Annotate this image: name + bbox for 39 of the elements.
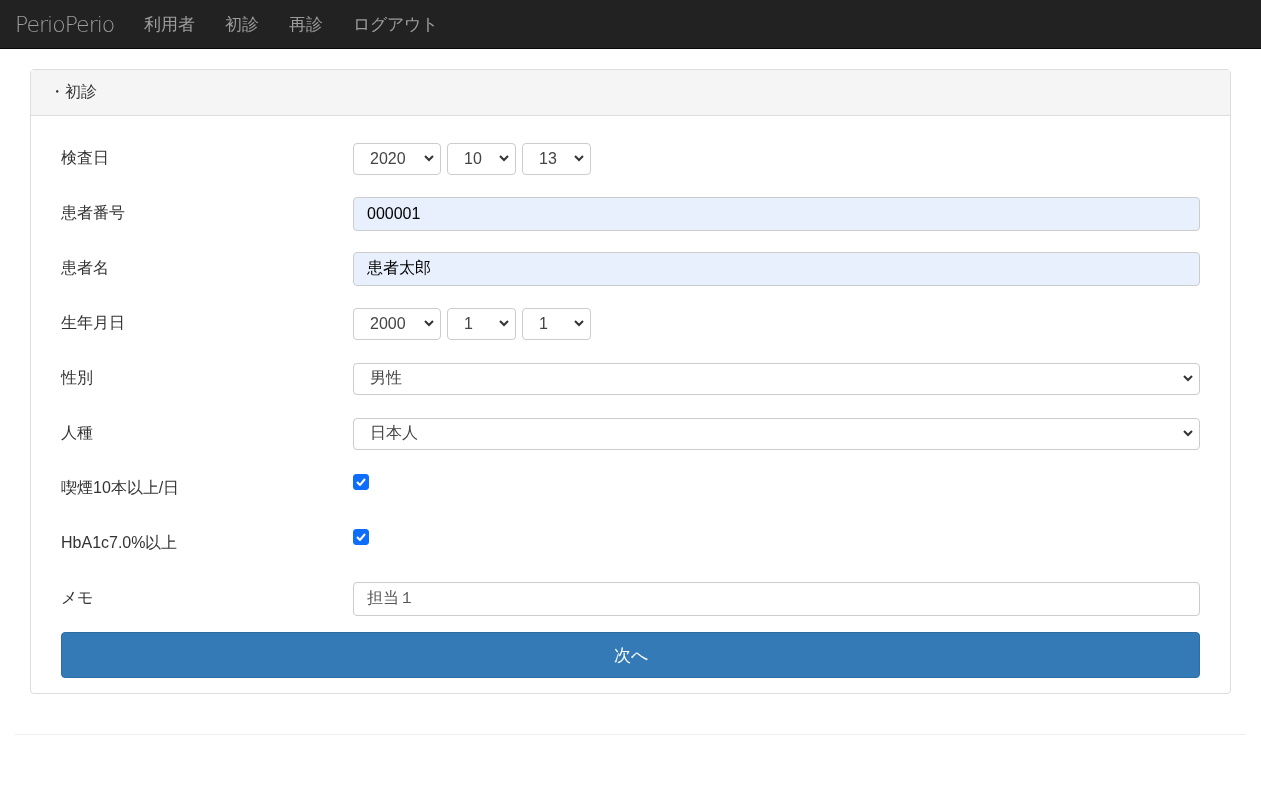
field-label: 患者番号: [61, 203, 126, 223]
date-select[interactable]: 10: [447, 142, 516, 175]
checkmark-icon: [356, 532, 366, 541]
select-field[interactable]: 男性: [353, 362, 1200, 395]
nav-link[interactable]: 再診: [289, 12, 324, 36]
date-select[interactable]: 13: [522, 142, 591, 175]
date-select[interactable]: 1: [447, 307, 516, 340]
text-field[interactable]: 000001: [353, 196, 1200, 231]
nav-link[interactable]: 初診: [225, 12, 260, 36]
caret-icon: [499, 155, 509, 162]
date-select[interactable]: 2020: [353, 142, 441, 175]
caret-icon: [574, 320, 584, 327]
date-select[interactable]: 2000: [353, 307, 441, 340]
field-label: 性別: [61, 368, 94, 388]
checkbox[interactable]: [353, 473, 369, 490]
field-label: 検査日: [61, 148, 110, 168]
caret-icon: [499, 320, 509, 327]
field-label: 喫煙10本以上/日: [61, 478, 181, 498]
text-field[interactable]: 担当１: [353, 581, 1200, 616]
caret-icon: [574, 155, 584, 162]
select-field[interactable]: 日本人: [353, 417, 1200, 450]
date-select[interactable]: 1: [522, 307, 591, 340]
field-label: 患者名: [61, 258, 110, 278]
caret-icon: [424, 155, 434, 162]
caret-icon: [1183, 375, 1193, 382]
field-label: 生年月日: [61, 313, 126, 333]
nav-link[interactable]: ログアウト: [353, 12, 439, 36]
checkmark-icon: [356, 477, 366, 486]
panel-title: ・初診: [49, 82, 97, 102]
field-label: 人種: [61, 423, 94, 443]
brand-logo[interactable]: PerioPerio: [15, 11, 115, 37]
field-label: メモ: [61, 588, 94, 608]
caret-icon: [1183, 430, 1193, 437]
nav-link[interactable]: 利用者: [144, 12, 196, 36]
text-field[interactable]: 患者太郎: [353, 251, 1200, 286]
next-button[interactable]: 次へ: [61, 632, 1200, 678]
field-label: HbA1c7.0%以上: [61, 533, 179, 553]
caret-icon: [424, 320, 434, 327]
checkbox[interactable]: [353, 528, 369, 545]
